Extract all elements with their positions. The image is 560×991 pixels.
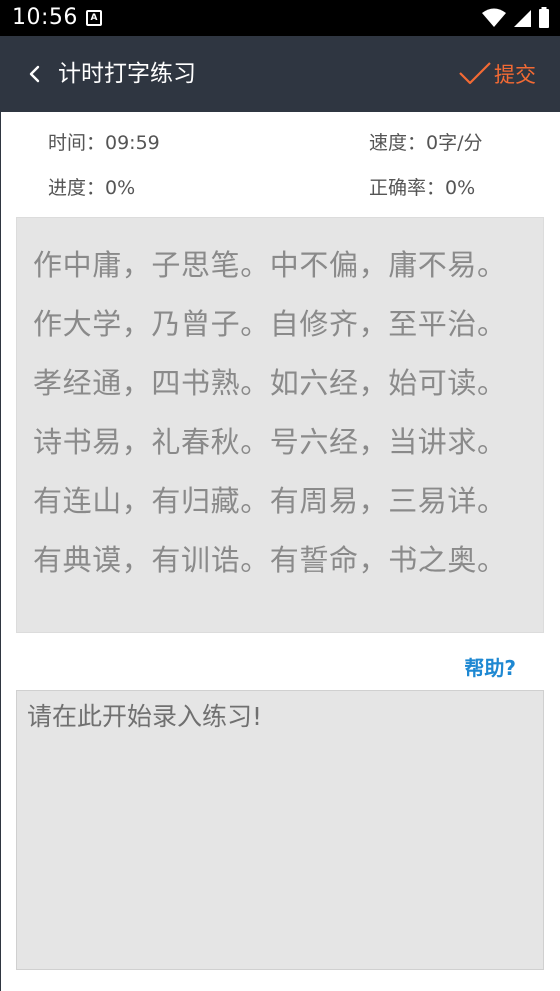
checkmark-icon: [459, 62, 491, 85]
signal-icon: [514, 10, 531, 27]
reference-line: 作大学，乃曾子。自修齐，至平治。: [33, 307, 507, 341]
status-bar: 10:56 A: [0, 0, 560, 36]
time-stat: 时间：09:59: [48, 132, 160, 154]
speed-stat: 速度：0字/分: [369, 132, 483, 154]
left-edge-divider: [0, 112, 1, 991]
accuracy-stat: 正确率：0%: [369, 177, 476, 199]
page-title: 计时打字练习: [58, 61, 196, 87]
reference-line: 诗书易，礼春秋。号六经，当讲求。: [33, 425, 507, 459]
help-link[interactable]: 帮助?: [464, 652, 516, 681]
submit-button[interactable]: 提交: [458, 58, 536, 90]
progress-stat: 进度：0%: [48, 177, 136, 199]
reference-text-panel: 作中庸，子思笔。中不偏，庸不易。 作大学，乃曾子。自修齐，至平治。 孝经通，四书…: [16, 217, 544, 633]
a-icon: A: [86, 10, 102, 26]
back-button[interactable]: [20, 58, 50, 90]
submit-label: 提交: [494, 63, 536, 87]
typing-input[interactable]: [16, 690, 544, 970]
status-icons: [482, 7, 550, 28]
app-bar: 计时打字练习 提交: [0, 36, 560, 112]
reference-line: 有连山，有归藏。有周易，三易详。: [33, 484, 507, 518]
reference-line: 孝经通，四书熟。如六经，始可读。: [33, 366, 507, 400]
reference-line: 有典谟，有训诰。有誓命，书之奥。: [33, 543, 507, 577]
wifi-icon: [482, 8, 506, 27]
status-time: 10:56: [12, 5, 78, 30]
reference-line: 作中庸，子思笔。中不偏，庸不易。: [33, 248, 507, 282]
chevron-left-icon: [29, 65, 40, 83]
battery-icon: [539, 7, 549, 28]
